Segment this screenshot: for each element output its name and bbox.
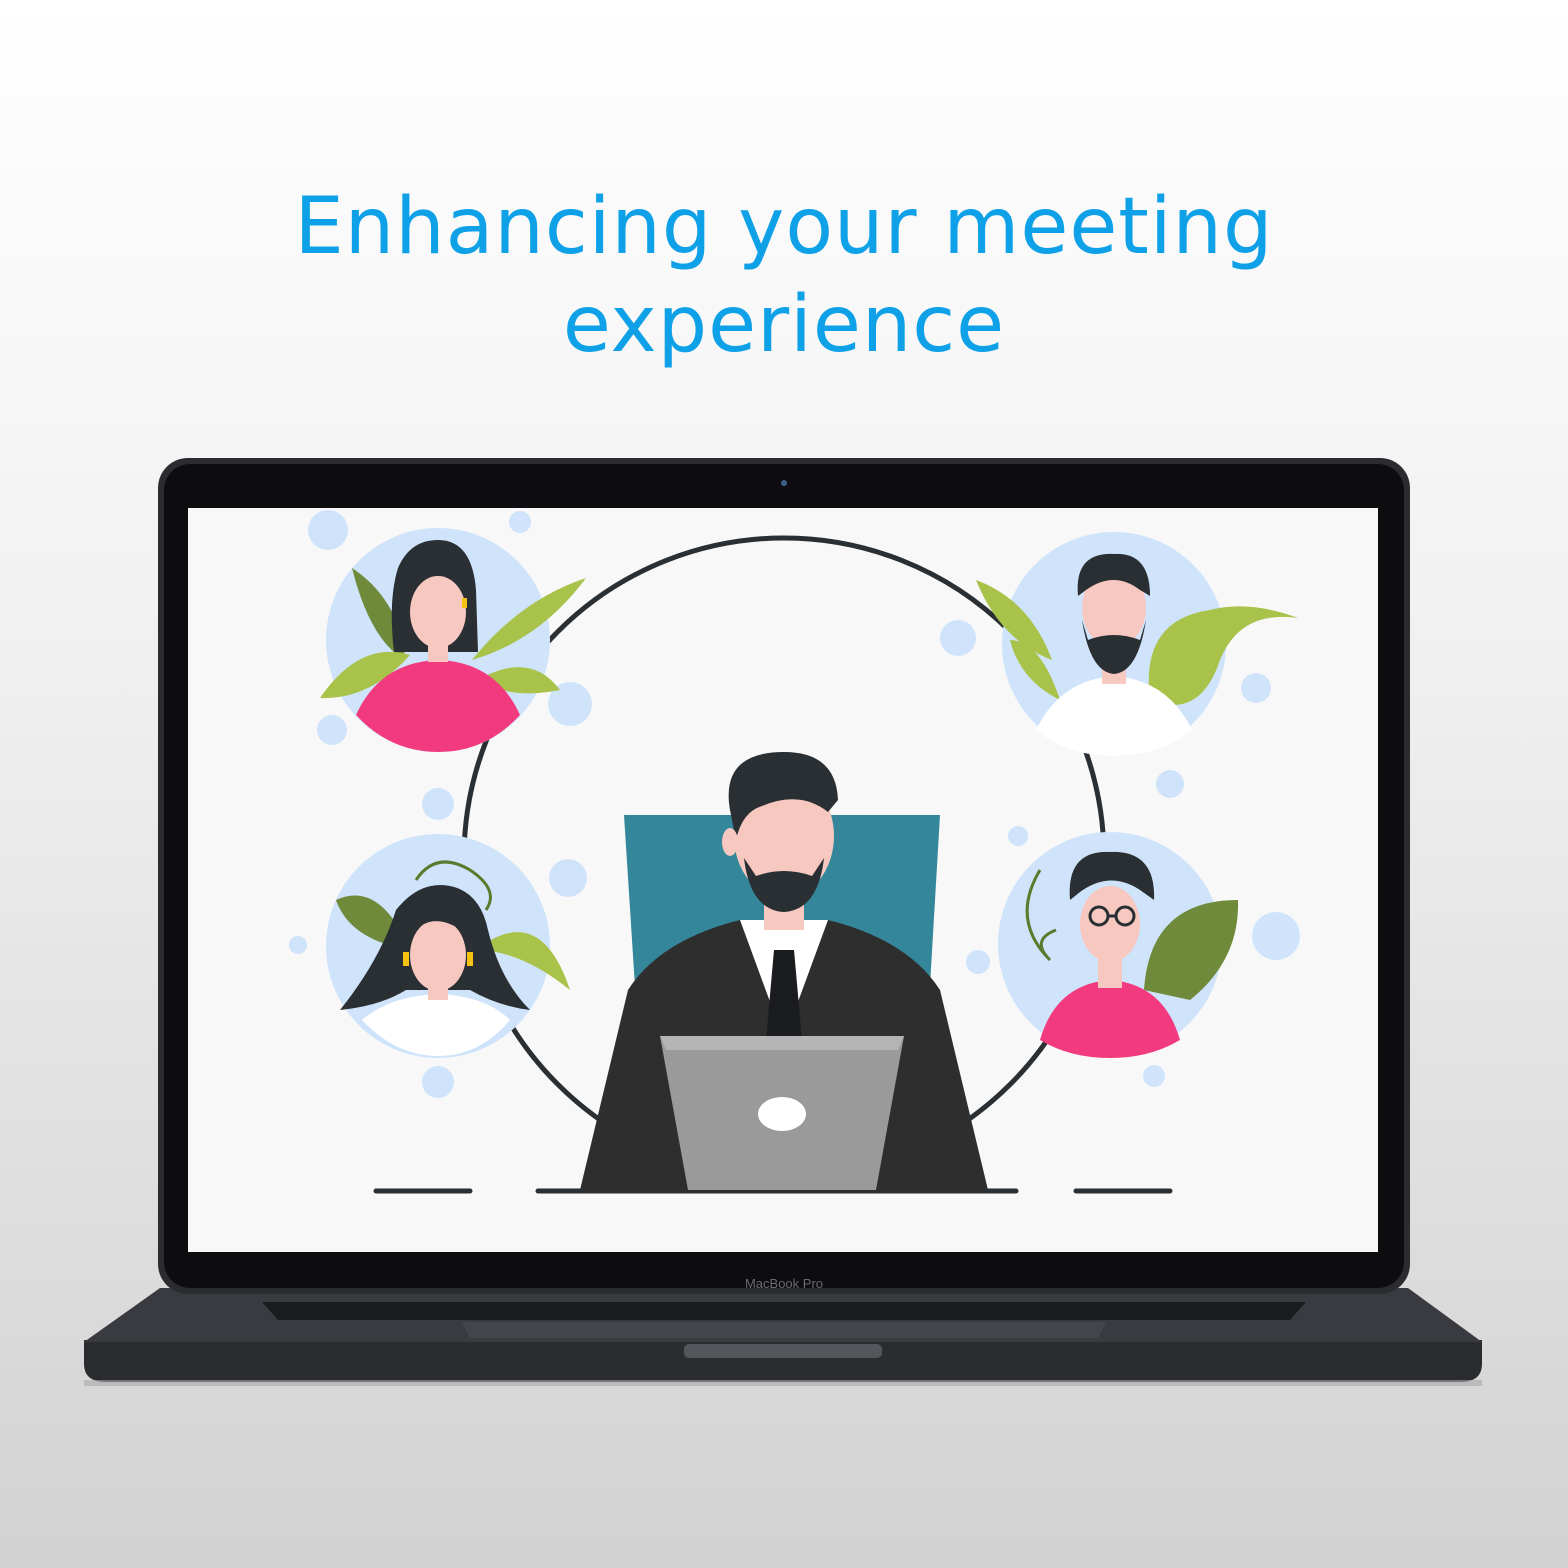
laptop-screen	[188, 508, 1378, 1252]
laptop-base	[84, 1288, 1482, 1386]
webcam-icon	[781, 480, 787, 486]
laptop-logo-icon	[758, 1097, 806, 1131]
laptop-brand-label: MacBook Pro	[745, 1276, 823, 1291]
presenter-figure	[580, 752, 988, 1190]
laptop-illustration: MacBook Pro	[84, 458, 1482, 1386]
